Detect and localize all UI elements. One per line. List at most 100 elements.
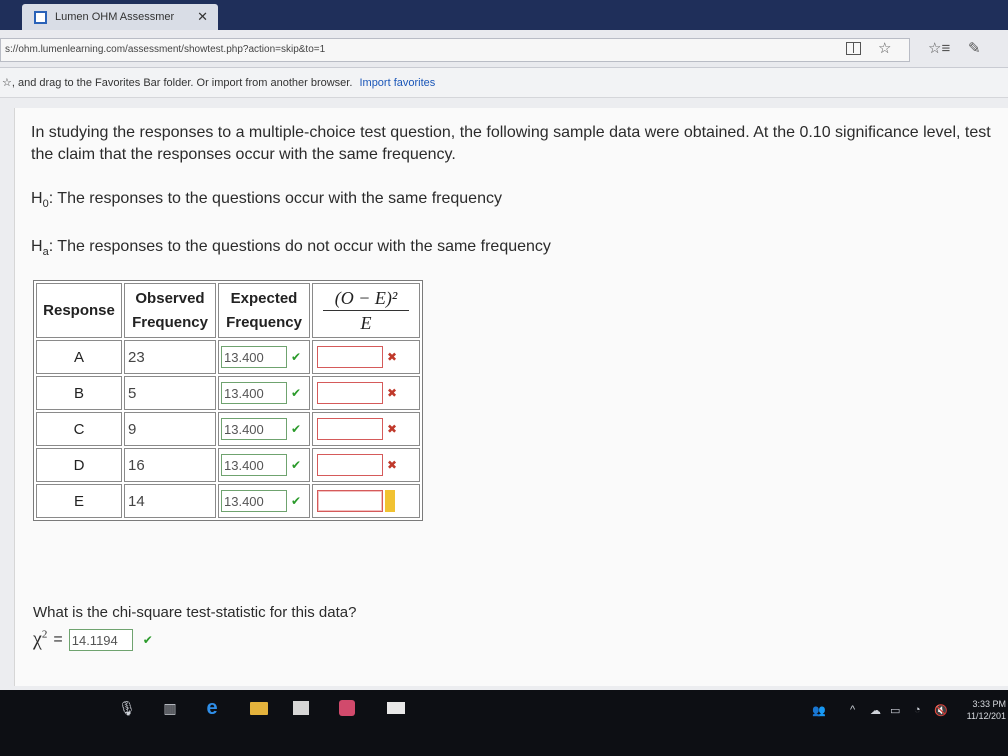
component-input-focused[interactable] bbox=[317, 490, 383, 512]
incorrect-cross-icon: ✖ bbox=[387, 458, 398, 472]
row-observed: 16 bbox=[124, 448, 216, 482]
import-favorites-link[interactable]: Import favorites bbox=[359, 77, 435, 89]
favorites-bar: ☆, and drag to the Favorites Bar folder.… bbox=[0, 68, 1008, 98]
chi-square-answer-row: χ2 = 14.1194 ✔ bbox=[33, 628, 153, 651]
reading-view-icon[interactable] bbox=[846, 42, 861, 55]
expected-input[interactable]: 13.400 bbox=[221, 382, 287, 404]
row-response: D bbox=[36, 448, 122, 482]
component-input[interactable] bbox=[317, 382, 383, 404]
header-observed-line2: Frequency bbox=[132, 313, 208, 331]
correct-check-icon: ✔ bbox=[291, 386, 302, 400]
file-explorer-icon[interactable] bbox=[248, 698, 270, 718]
component-input[interactable] bbox=[317, 454, 383, 476]
table-row: E 14 13.400 ✔ bbox=[36, 484, 420, 518]
component-input[interactable] bbox=[317, 346, 383, 368]
chi-symbol: χ2 bbox=[33, 628, 47, 651]
battery-icon[interactable]: ▭ bbox=[890, 704, 900, 717]
frequency-table-wrapper: Response Observed Frequency Expected Fre… bbox=[33, 280, 423, 521]
correct-check-icon: ✔ bbox=[291, 350, 302, 364]
row-expected-cell: 13.400 ✔ bbox=[218, 412, 310, 446]
incorrect-cross-icon: ✖ bbox=[387, 350, 398, 364]
correct-check-icon: ✔ bbox=[142, 632, 153, 647]
expected-input[interactable]: 13.400 bbox=[221, 418, 287, 440]
ha-text: : The responses to the questions do not … bbox=[48, 238, 551, 255]
row-expected-cell: 13.400 ✔ bbox=[218, 340, 310, 374]
formula-numerator: (O − E)² bbox=[323, 286, 409, 311]
equals-sign: = bbox=[53, 630, 63, 648]
question-prompt: In studying the responses to a multiple-… bbox=[31, 124, 991, 163]
header-response: Response bbox=[36, 283, 122, 338]
table-row: D 16 13.400 ✔ ✖ bbox=[36, 448, 420, 482]
url-input[interactable]: s://ohm.lumenlearning.com/assessment/sho… bbox=[0, 38, 910, 62]
favorites-bar-hint: ☆, and drag to the Favorites Bar folder.… bbox=[2, 77, 353, 89]
row-expected-cell: 13.400 ✔ bbox=[218, 484, 310, 518]
header-expected: Expected Frequency bbox=[218, 283, 310, 338]
question-card: In studying the responses to a multiple-… bbox=[14, 108, 1008, 686]
task-view-icon[interactable]: ▥ bbox=[160, 698, 180, 718]
browser-tab-strip: Lumen OHM Assessmer ✕ bbox=[0, 0, 1008, 30]
answer-preview-marker bbox=[385, 490, 395, 512]
row-observed: 14 bbox=[124, 484, 216, 518]
row-observed: 9 bbox=[124, 412, 216, 446]
onedrive-cloud-icon[interactable]: ☁ bbox=[870, 704, 881, 717]
h0-text: : The responses to the questions occur w… bbox=[48, 190, 502, 207]
incorrect-cross-icon: ✖ bbox=[387, 386, 398, 400]
row-response: A bbox=[36, 340, 122, 374]
row-response: E bbox=[36, 484, 122, 518]
component-input[interactable] bbox=[317, 418, 383, 440]
header-chi-component: (O − E)² E bbox=[312, 283, 420, 338]
row-expected-cell: 13.400 ✔ bbox=[218, 448, 310, 482]
correct-check-icon: ✔ bbox=[291, 422, 302, 436]
expected-input[interactable]: 13.400 bbox=[221, 454, 287, 476]
chevron-up-icon[interactable]: ^ bbox=[850, 704, 855, 716]
row-component-cell: ✖ bbox=[312, 412, 420, 446]
table-header-row: Response Observed Frequency Expected Fre… bbox=[36, 283, 420, 338]
volume-muted-icon[interactable]: 🔇 bbox=[934, 704, 948, 717]
row-response: C bbox=[36, 412, 122, 446]
windows-taskbar: 🎙 ▥ e 👥 ^ ☁ ▭ ◔ 🔇 3:33 PM 11/12/201 bbox=[0, 690, 1008, 756]
chi-superscript: 2 bbox=[41, 628, 48, 641]
frequency-table: Response Observed Frequency Expected Fre… bbox=[33, 280, 423, 521]
ha-label: H bbox=[31, 238, 43, 255]
table-row: C 9 13.400 ✔ ✖ bbox=[36, 412, 420, 446]
clock-date: 11/12/201 bbox=[966, 711, 1006, 721]
formula-denominator: E bbox=[360, 313, 372, 333]
clock-time: 3:33 PM bbox=[972, 699, 1006, 709]
correct-check-icon: ✔ bbox=[291, 494, 302, 508]
table-row: B 5 13.400 ✔ ✖ bbox=[36, 376, 420, 410]
cortana-mic-icon[interactable]: 🎙 bbox=[118, 698, 136, 718]
people-icon[interactable]: 👥 bbox=[812, 704, 826, 717]
tab-close-icon[interactable]: ✕ bbox=[197, 9, 208, 25]
store-icon[interactable] bbox=[290, 698, 312, 718]
chi-square-input[interactable]: 14.1194 bbox=[68, 628, 133, 651]
browser-tab[interactable]: Lumen OHM Assessmer ✕ bbox=[22, 4, 218, 30]
row-component-cell: ✖ bbox=[312, 376, 420, 410]
page-viewport: In studying the responses to a multiple-… bbox=[0, 98, 1008, 690]
row-response: B bbox=[36, 376, 122, 410]
row-component-cell: ✖ bbox=[312, 448, 420, 482]
row-observed: 23 bbox=[124, 340, 216, 374]
null-hypothesis: H0: The responses to the questions occur… bbox=[31, 190, 502, 210]
favorites-list-icon[interactable]: ☆≡ bbox=[928, 39, 950, 57]
header-expected-line2: Frequency bbox=[226, 313, 302, 331]
expected-input[interactable]: 13.400 bbox=[221, 490, 287, 512]
incorrect-cross-icon: ✖ bbox=[387, 422, 398, 436]
row-component-cell bbox=[312, 484, 420, 518]
system-clock[interactable]: 3:33 PM 11/12/201 bbox=[958, 698, 1006, 722]
edge-browser-icon[interactable]: e bbox=[200, 697, 224, 719]
header-observed: Observed Frequency bbox=[124, 283, 216, 338]
h0-label: H bbox=[31, 190, 43, 207]
correct-check-icon: ✔ bbox=[291, 458, 302, 472]
row-observed: 5 bbox=[124, 376, 216, 410]
favorite-star-icon[interactable]: ☆ bbox=[878, 39, 891, 57]
web-note-pen-icon[interactable]: ✎ bbox=[968, 39, 981, 57]
chi-square-question: What is the chi-square test-statistic fo… bbox=[33, 604, 357, 621]
row-expected-cell: 13.400 ✔ bbox=[218, 376, 310, 410]
tab-title: Lumen OHM Assessmer bbox=[55, 11, 175, 23]
wifi-icon[interactable]: ◔ bbox=[914, 704, 921, 716]
tab-favicon-icon bbox=[34, 10, 47, 24]
expected-input[interactable]: 13.400 bbox=[221, 346, 287, 368]
office-app-icon[interactable] bbox=[336, 698, 358, 718]
mail-icon[interactable] bbox=[384, 698, 408, 718]
table-row: A 23 13.400 ✔ ✖ bbox=[36, 340, 420, 374]
